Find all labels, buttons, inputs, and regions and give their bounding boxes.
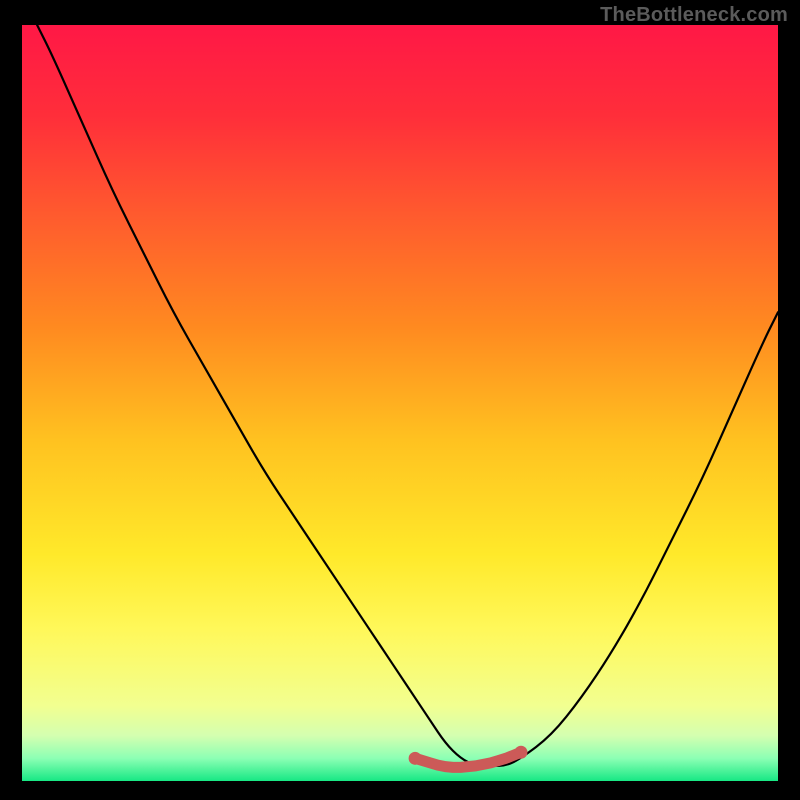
chart-plot-area xyxy=(22,25,778,781)
stage: TheBottleneck.com xyxy=(0,0,800,800)
marker-endpoint xyxy=(409,752,422,765)
marker-endpoint xyxy=(514,746,527,759)
chart-svg xyxy=(22,25,778,781)
chart-background xyxy=(22,25,778,781)
watermark-text: TheBottleneck.com xyxy=(600,4,788,27)
